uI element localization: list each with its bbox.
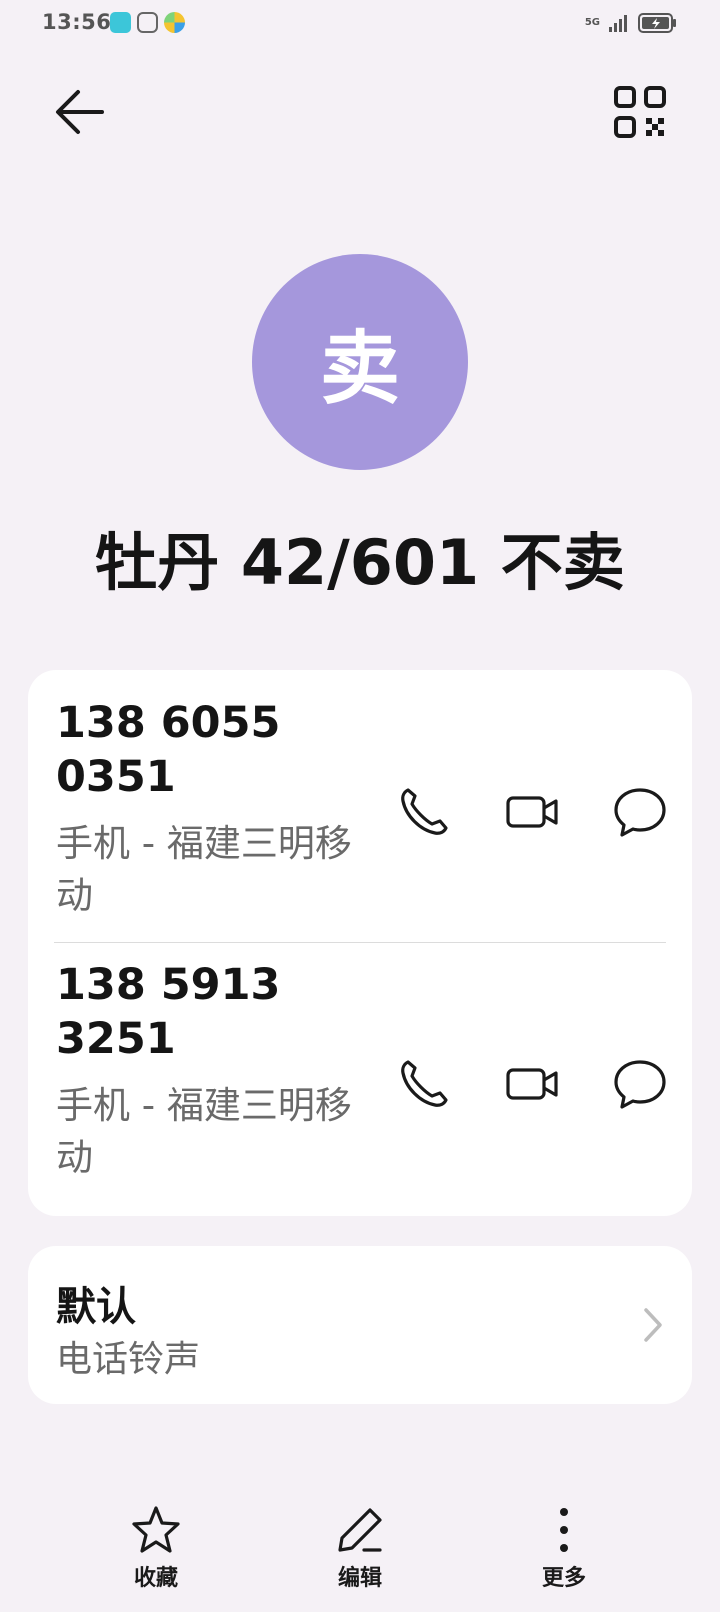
- pinwheel-app-icon: [164, 12, 185, 33]
- chat-bubble-icon: [614, 788, 666, 837]
- video-call-button[interactable]: [502, 1054, 562, 1114]
- favorite-label: 收藏: [133, 1566, 178, 1591]
- phone-row[interactable]: 138 5913 3251 手机 - 福建三明移动: [28, 944, 692, 1216]
- signal-icon: [609, 15, 627, 32]
- star-icon: [132, 1506, 180, 1553]
- call-button[interactable]: [394, 782, 454, 842]
- hand-app-icon: [137, 12, 158, 33]
- pencil-icon: [338, 1508, 382, 1552]
- more-label: 更多: [541, 1566, 586, 1591]
- edit-button[interactable]: 编辑: [290, 1504, 430, 1604]
- status-bar: 13:56 5G: [0, 0, 720, 48]
- back-button[interactable]: [52, 84, 108, 140]
- qr-code-button[interactable]: [612, 84, 668, 140]
- phone-icon: [401, 1060, 448, 1107]
- ringtone-value: 默认: [56, 1284, 136, 1330]
- phone-label: 手机 - 福建三明移动: [56, 822, 352, 917]
- ringtone-label: 电话铃声: [56, 1339, 201, 1380]
- divider: [54, 942, 666, 943]
- phone-number: 138 6055 0351: [56, 698, 281, 802]
- contact-name: 牡丹 42/601 不卖: [95, 526, 625, 599]
- qr-code-icon: [614, 86, 666, 138]
- chat-bubble-icon: [614, 1060, 666, 1109]
- more-vertical-icon: [560, 1508, 568, 1552]
- ringtone-setting[interactable]: 默认 电话铃声: [28, 1246, 692, 1404]
- favorite-button[interactable]: 收藏: [86, 1504, 226, 1604]
- phone-icon: [401, 788, 448, 835]
- status-time: 13:56: [42, 10, 112, 34]
- call-button[interactable]: [394, 1054, 454, 1114]
- edit-label: 编辑: [337, 1566, 382, 1591]
- video-camera-icon: [506, 1068, 558, 1100]
- more-button[interactable]: 更多: [494, 1504, 634, 1604]
- network-type: 5G: [584, 17, 600, 28]
- video-call-button[interactable]: [502, 782, 562, 842]
- avatar: 卖: [252, 254, 468, 470]
- arrow-left-icon: [56, 90, 104, 134]
- status-right: 5G: [585, 12, 678, 34]
- phone-label: 手机 - 福建三明移动: [56, 1084, 352, 1179]
- phone-numbers-card: 138 6055 0351 手机 - 福建三明移动 138 5913 3251 …: [28, 670, 692, 1216]
- video-camera-icon: [506, 796, 558, 828]
- phone-number: 138 5913 3251: [56, 960, 281, 1064]
- chevron-right-icon: [644, 1308, 662, 1342]
- notification-icons: [110, 12, 185, 33]
- book-app-icon: [110, 12, 131, 33]
- message-button[interactable]: [610, 1054, 670, 1114]
- battery-icon: [638, 13, 676, 33]
- phone-row[interactable]: 138 6055 0351 手机 - 福建三明移动: [28, 670, 692, 943]
- message-button[interactable]: [610, 782, 670, 842]
- avatar-letter: 卖: [320, 322, 400, 415]
